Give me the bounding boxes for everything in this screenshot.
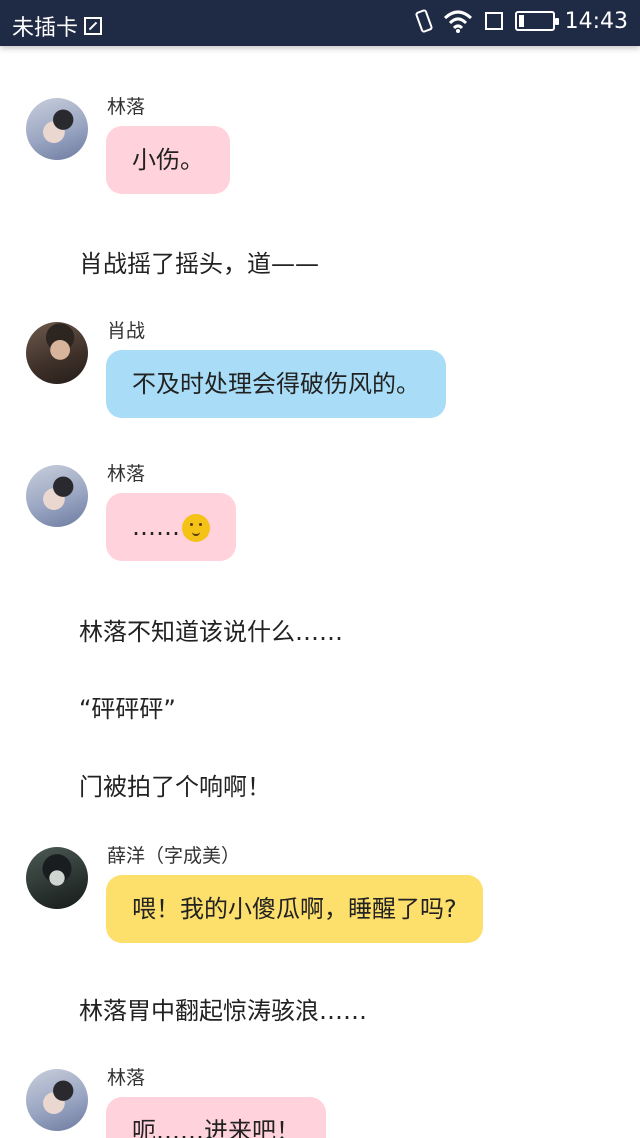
clock: 14:43	[564, 8, 628, 34]
status-right: 14:43	[414, 8, 628, 34]
vibrate-icon	[414, 8, 433, 34]
narration-text: 林落胃中翻起惊涛骇浪……	[79, 997, 367, 1025]
message-bubble[interactable]: 喂！我的小傻瓜啊，睡醒了吗?	[106, 875, 483, 943]
battery-icon	[514, 11, 559, 31]
avatar-linluo[interactable]	[26, 98, 88, 160]
carrier-text: 未插卡	[12, 16, 79, 41]
message-bubble[interactable]: 不及时处理会得破伤风的。	[106, 350, 446, 418]
narration-text: 林落不知道该说什么……	[79, 618, 343, 646]
speaker-name: 林落	[107, 96, 146, 118]
speaker-name: 肖战	[107, 320, 146, 342]
avatar-linluo[interactable]	[26, 465, 88, 527]
narration-text: 门被拍了个响啊！	[79, 773, 271, 801]
avatar-xueyang[interactable]	[26, 847, 88, 909]
message-bubble[interactable]: 小伤。	[106, 126, 230, 194]
speaker-name: 薛洋（字成美）	[107, 845, 241, 867]
narration-text: 肖战摇了摇头，道——	[79, 250, 319, 278]
avatar-xiaozhan[interactable]	[26, 322, 88, 384]
no-signal-icon	[483, 10, 505, 32]
no-sim-icon	[84, 17, 103, 35]
avatar-linluo[interactable]	[26, 1069, 88, 1131]
status-left: 未插卡	[12, 10, 103, 42]
speaker-name: 林落	[107, 463, 146, 485]
chat-feed[interactable]: 林落 小伤。 肖战摇了摇头，道—— 肖战 不及时处理会得破伤风的。 林落 …… …	[0, 46, 640, 1138]
wifi-icon	[443, 10, 472, 33]
message-bubble[interactable]: ……	[106, 493, 236, 561]
smiling-face-icon	[182, 514, 210, 542]
speaker-name: 林落	[107, 1067, 146, 1089]
message-text: ……	[132, 513, 180, 541]
narration-text: “砰砰砰”	[79, 695, 176, 723]
message-bubble[interactable]: 呃……进来吧！	[106, 1097, 326, 1138]
status-bar: 未插卡 14:43	[0, 0, 640, 46]
